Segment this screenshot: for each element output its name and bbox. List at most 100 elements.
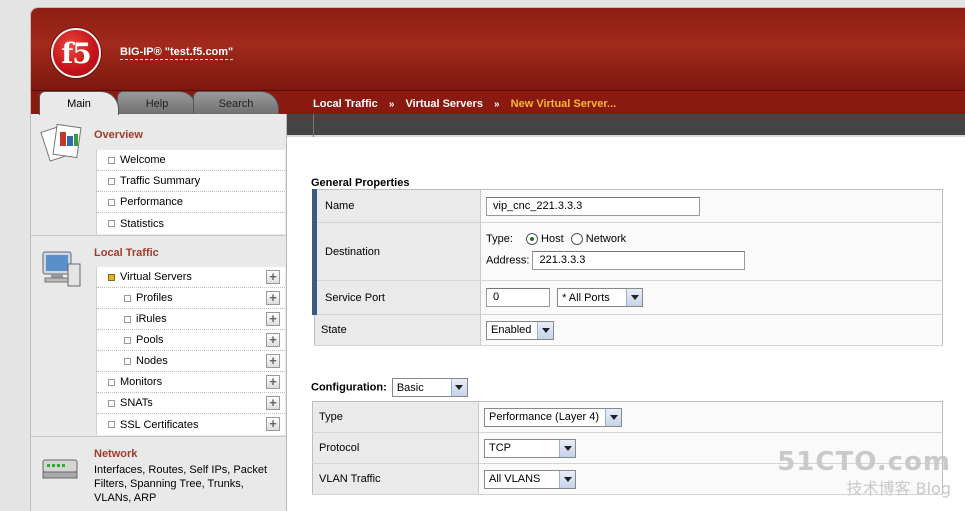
sidebar-item-ssl-certificates[interactable]: SSL Certificates + [97, 414, 285, 435]
breadcrumb-virtual-servers[interactable]: Virtual Servers [405, 98, 482, 110]
sidebar-item-profiles[interactable]: Profiles + [97, 288, 285, 309]
sidebar-item-pools[interactable]: Pools + [97, 330, 285, 351]
local-traffic-icon [39, 250, 83, 293]
sidebar-item-nodes[interactable]: Nodes + [97, 351, 285, 372]
bullet-icon [108, 198, 115, 206]
protocol-label: Protocol [312, 432, 479, 464]
sidebar-item-traffic-summary[interactable]: Traffic Summary [97, 171, 285, 192]
f5-logo: f5 [51, 28, 101, 78]
sidebar-item-performance[interactable]: Performance [97, 192, 285, 213]
service-port-row: Service Port 0 * All Ports [312, 280, 943, 315]
sidebar-item-label: Virtual Servers [120, 271, 192, 283]
sidebar-item-label: Traffic Summary [120, 175, 201, 187]
bullet-icon [108, 421, 115, 428]
network-title[interactable]: Network [94, 448, 137, 460]
dropdown-arrow-icon [559, 470, 575, 488]
radio-host[interactable] [525, 233, 538, 246]
sidebar-item-irules[interactable]: iRules + [97, 309, 285, 330]
sidebar-item-label: Performance [120, 196, 183, 208]
service-port-select[interactable]: * All Ports [557, 288, 644, 307]
plus-icon[interactable]: + [266, 396, 280, 410]
sidebar-item-label: Pools [136, 334, 164, 346]
sidebar-item-label: Nodes [136, 355, 168, 367]
section-divider [31, 235, 286, 236]
radio-network[interactable] [570, 233, 583, 246]
sidebar-item-label: SSL Certificates [120, 418, 199, 431]
config-type-cell: Performance (Layer 4) [478, 401, 943, 433]
service-port-input[interactable]: 0 [486, 288, 550, 307]
bullet-icon [124, 294, 131, 302]
overview-nav-list: Welcome Traffic Summary Performance Stat… [96, 150, 285, 234]
watermark-line1: 51CTO.com [777, 447, 951, 477]
name-input[interactable]: vip_cnc_221.3.3.3 [486, 196, 700, 216]
service-port-label: Service Port [312, 280, 481, 315]
config-type-select[interactable]: Performance (Layer 4) [484, 407, 622, 427]
overview-title[interactable]: Overview [94, 129, 143, 141]
network-icon [39, 452, 83, 489]
breadcrumb-local-traffic[interactable]: Local Traffic [313, 98, 378, 110]
sidebar-item-label: Monitors [120, 376, 163, 388]
sidebar-item-snats[interactable]: SNATs + [97, 393, 285, 414]
sidebar-item-label: Statistics [120, 217, 165, 230]
plus-icon[interactable]: + [266, 333, 280, 347]
bullet-icon [108, 156, 115, 164]
sidebar-item-virtual-servers[interactable]: Virtual Servers + [97, 267, 285, 288]
address-input[interactable]: 221.3.3.3 [532, 251, 746, 271]
tab-help[interactable]: Help [117, 91, 197, 115]
tab-search[interactable]: Search [193, 91, 279, 115]
tab-bar: Main Help Search Local Traffic » Virtual… [31, 90, 965, 115]
sidebar-item-statistics[interactable]: Statistics [97, 213, 285, 234]
plus-icon[interactable]: + [266, 270, 280, 284]
general-properties-table: Name vip_cnc_221.3.3.3 Destination Type:… [312, 189, 943, 346]
bullet-icon [108, 220, 115, 227]
dropdown-arrow-icon [605, 408, 621, 426]
plus-icon[interactable]: + [266, 375, 280, 389]
section-divider [31, 436, 286, 437]
select-value: Performance (Layer 4) [489, 411, 600, 423]
configuration-mode-select[interactable]: Basic [391, 378, 468, 397]
name-label: Name [312, 189, 481, 223]
network-description[interactable]: Interfaces, Routes, Self IPs, Packet Fil… [94, 463, 279, 505]
state-select[interactable]: Enabled [486, 320, 554, 340]
sidebar-item-label: Profiles [136, 292, 173, 304]
bullet-icon [108, 378, 115, 386]
plus-icon[interactable]: + [266, 354, 280, 368]
content-toolbar [287, 114, 965, 137]
address-label: Address: [486, 254, 530, 267]
radio-host-label[interactable]: Host [541, 233, 564, 245]
select-value: Basic [396, 381, 424, 394]
select-value: TCP [489, 442, 511, 454]
vlan-traffic-select[interactable]: All VLANS [484, 469, 576, 489]
overview-icon [39, 122, 87, 165]
breadcrumb-separator: » [494, 99, 500, 110]
bullet-icon [124, 336, 131, 344]
bullet-icon [124, 315, 131, 323]
protocol-select[interactable]: TCP [484, 438, 576, 458]
breadcrumb-separator: » [388, 99, 395, 110]
vlan-traffic-label: VLAN Traffic [312, 463, 479, 495]
sidebar-item-label: iRules [136, 313, 167, 325]
watermark-line2: 技术博客 Blog [846, 479, 951, 498]
config-type-row: Type Performance (Layer 4) [312, 401, 943, 433]
sidebar-item-welcome[interactable]: Welcome [97, 150, 285, 171]
select-value: * All Ports [562, 291, 610, 304]
general-properties-heading: General Properties [311, 177, 410, 189]
type-label: Type: [486, 232, 513, 245]
sidebar: Overview Welcome Traffic Summary Perform… [31, 114, 287, 511]
plus-icon[interactable]: + [266, 312, 280, 326]
hostname-label: BIG-IP® "test.f5.com" [120, 46, 234, 60]
service-port-cell: 0 * All Ports [480, 280, 943, 315]
tab-main[interactable]: Main [39, 91, 119, 115]
bullet-icon [124, 357, 131, 365]
name-cell: vip_cnc_221.3.3.3 [480, 189, 943, 223]
local-traffic-title[interactable]: Local Traffic [94, 247, 159, 259]
plus-icon[interactable]: + [266, 417, 280, 431]
app-frame: f5 BIG-IP® "test.f5.com" Main Help Searc… [30, 7, 965, 511]
select-value: All VLANS [489, 473, 541, 485]
radio-network-label[interactable]: Network [586, 233, 626, 245]
destination-label: Destination [312, 222, 481, 281]
sidebar-item-monitors[interactable]: Monitors + [97, 372, 285, 393]
dropdown-arrow-icon [559, 439, 575, 457]
toolbar-divider [313, 114, 314, 137]
plus-icon[interactable]: + [266, 291, 280, 305]
